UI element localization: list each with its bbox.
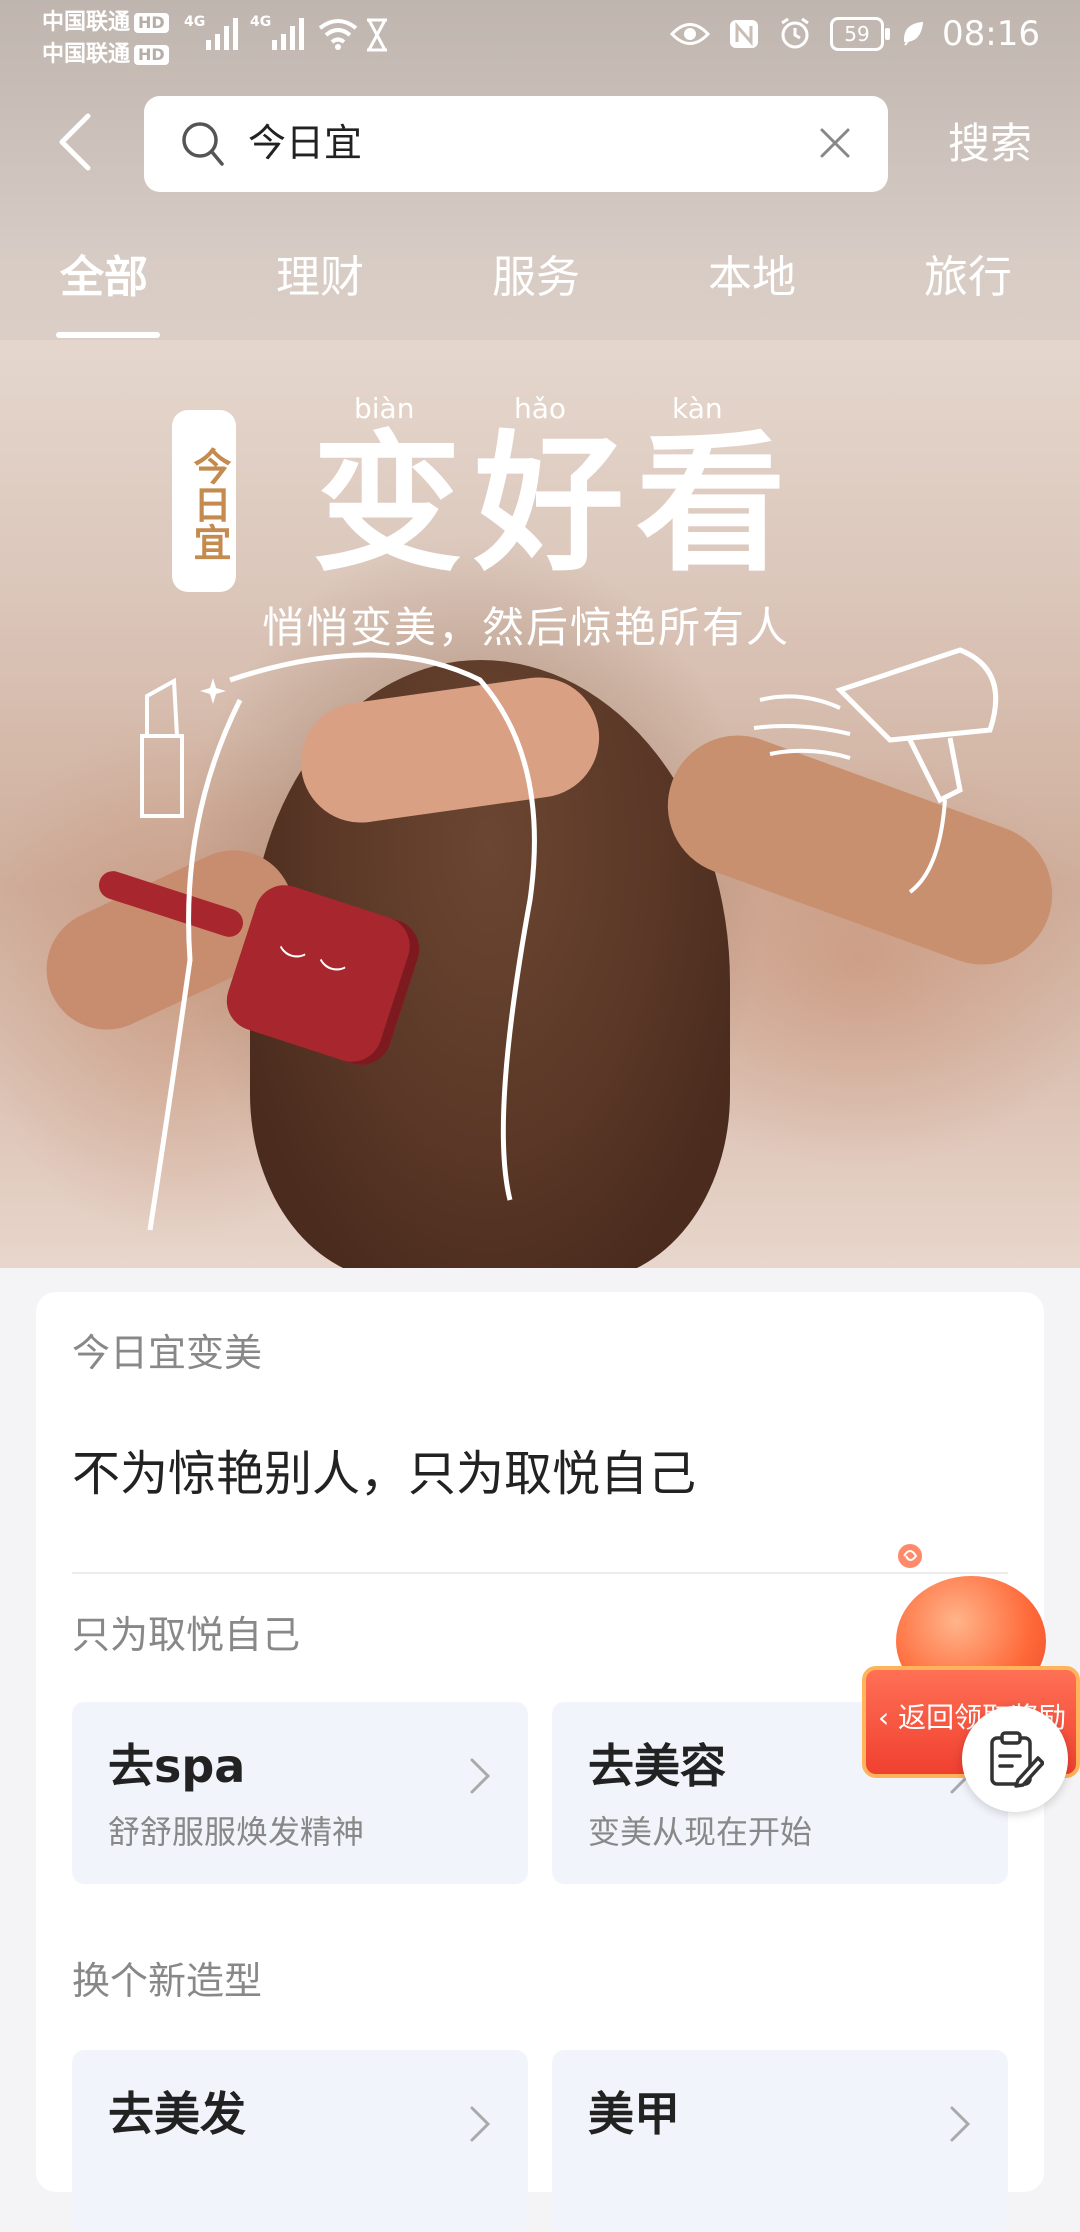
chevron-right-icon: [470, 1758, 491, 1794]
hairdryer-icon: [753, 647, 999, 894]
tab-services[interactable]: 服务: [492, 248, 580, 308]
wifi-icon: [318, 19, 358, 50]
tab-all[interactable]: 全部: [60, 248, 148, 308]
hourglass-icon: [367, 18, 387, 52]
chevron-right-icon: [950, 2106, 971, 2142]
status-bar: 中国联通 HD 中国联通 HD 4G 4G 59 08:16: [0, 0, 1080, 76]
tab-active-indicator: [56, 332, 160, 338]
signal-icon: [206, 16, 238, 50]
tile-nails[interactable]: 美甲: [552, 2050, 1008, 2232]
close-icon[interactable]: [818, 126, 852, 160]
nfc-icon: [730, 20, 759, 48]
section-title: 只为取悦自己: [72, 1613, 301, 1657]
clipboard-edit-icon: [990, 1731, 1044, 1788]
banner-subtitle: 悄悄变美，然后惊艳所有人: [262, 603, 791, 652]
carrier-label: 中国联通 HD: [42, 8, 169, 38]
card-headline: 不为惊艳别人，只为取悦自己: [72, 1446, 697, 1502]
battery-indicator: 59: [830, 17, 891, 51]
outline-doodle: [147, 652, 537, 1231]
edit-button[interactable]: [962, 1706, 1068, 1812]
search-icon: [182, 122, 224, 166]
alarm-icon: [781, 17, 809, 49]
search-query[interactable]: 今日宜: [248, 118, 362, 168]
tile-title: 美甲: [588, 2087, 680, 2141]
back-button[interactable]: [52, 112, 98, 172]
clock: 08:16: [942, 14, 1040, 54]
eye-icon: [670, 23, 711, 45]
tile-subtitle: 舒舒服服焕发精神: [108, 1813, 365, 1851]
network-type: 4G: [250, 14, 272, 30]
signal-icon: [272, 16, 304, 50]
network-type: 4G: [184, 14, 206, 30]
tile-hair[interactable]: 去美发: [72, 2050, 528, 2232]
banner[interactable]: ︶︶ 今日宜 biàn hǎo kàn 变好看 悄悄变美，然后惊艳所有人 中国联…: [0, 0, 1080, 1268]
search-button[interactable]: 搜索: [948, 114, 1032, 174]
tile-title: 去美容: [588, 1739, 726, 1793]
banner-title: 变好看: [312, 418, 799, 592]
leaf-icon: [904, 21, 924, 46]
lollipop-icon: [896, 1542, 924, 1570]
hd-badge: HD: [134, 13, 169, 33]
tile-spa[interactable]: 去spa 舒舒服服焕发精神: [72, 1702, 528, 1884]
banner-badge: 今日宜: [172, 410, 236, 592]
hd-badge: HD: [134, 45, 169, 65]
carrier-label: 中国联通 HD: [42, 40, 169, 70]
tile-subtitle: 变美从现在开始: [588, 1813, 813, 1851]
section-title: 换个新造型: [72, 1959, 263, 2003]
card-eyebrow: 今日宜变美: [72, 1331, 263, 1375]
tile-title: 去美发: [108, 2087, 246, 2141]
category-tabs: 全部 理财 服务 本地 旅行: [0, 240, 1080, 340]
tab-local[interactable]: 本地: [708, 248, 796, 308]
tab-finance[interactable]: 理财: [276, 248, 364, 308]
tile-title: 去spa: [108, 1739, 246, 1793]
status-right: 59 08:16: [670, 14, 1040, 54]
search-input[interactable]: 今日宜: [144, 96, 888, 192]
tab-travel[interactable]: 旅行: [924, 248, 1012, 308]
chevron-right-icon: [470, 2106, 491, 2142]
